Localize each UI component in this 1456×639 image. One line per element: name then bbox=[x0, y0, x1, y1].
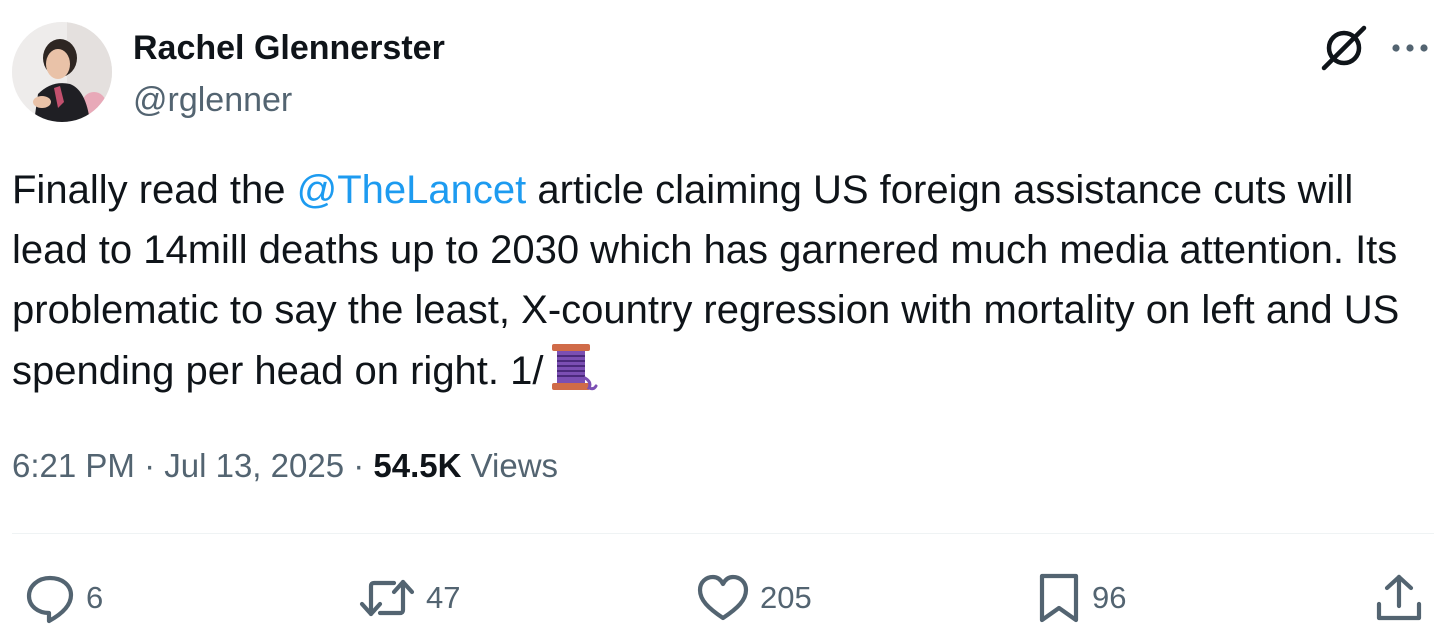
share-button[interactable] bbox=[1374, 566, 1424, 630]
views-count: 54.5K bbox=[373, 447, 462, 484]
like-count: 205 bbox=[760, 580, 812, 615]
mention-link[interactable]: @TheLancet bbox=[297, 168, 527, 212]
bookmark-button[interactable]: 96 bbox=[1036, 566, 1126, 630]
tweet-text: Finally read the @TheLancet article clai… bbox=[12, 160, 1437, 401]
repost-count: 47 bbox=[426, 580, 461, 615]
tweet-meta: 6:21 PM · Jul 13, 2025 · 54.5K Views bbox=[12, 444, 558, 488]
bookmark-icon bbox=[1039, 573, 1079, 623]
share-icon bbox=[1376, 574, 1422, 621]
like-icon bbox=[697, 574, 749, 621]
author-handle[interactable]: @rglenner bbox=[133, 80, 292, 120]
meta-separator: · bbox=[344, 447, 374, 484]
tweet-text-part: Finally read the bbox=[12, 168, 297, 212]
grok-icon[interactable] bbox=[1318, 24, 1370, 72]
avatar-image bbox=[12, 22, 112, 122]
repost-button[interactable]: 47 bbox=[358, 566, 460, 630]
spool-of-thread-icon bbox=[548, 340, 598, 394]
reply-button[interactable]: 6 bbox=[24, 566, 103, 630]
tweet-time[interactable]: 6:21 PM bbox=[12, 447, 135, 484]
views-label: Views bbox=[461, 447, 559, 484]
more-options-icon[interactable] bbox=[1388, 26, 1432, 70]
divider bbox=[12, 533, 1434, 534]
tweet-card: Rachel Glennerster @rglenner Finally rea… bbox=[0, 0, 1456, 639]
avatar[interactable] bbox=[12, 22, 112, 122]
meta-separator: · bbox=[134, 447, 165, 484]
like-button[interactable]: 205 bbox=[696, 566, 812, 630]
tweet-date[interactable]: Jul 13, 2025 bbox=[164, 447, 344, 484]
author-display-name[interactable]: Rachel Glennerster bbox=[133, 28, 445, 68]
reply-count: 6 bbox=[86, 580, 104, 615]
repost-icon bbox=[359, 579, 415, 617]
reply-icon bbox=[26, 575, 74, 624]
bookmark-count: 96 bbox=[1092, 580, 1127, 615]
